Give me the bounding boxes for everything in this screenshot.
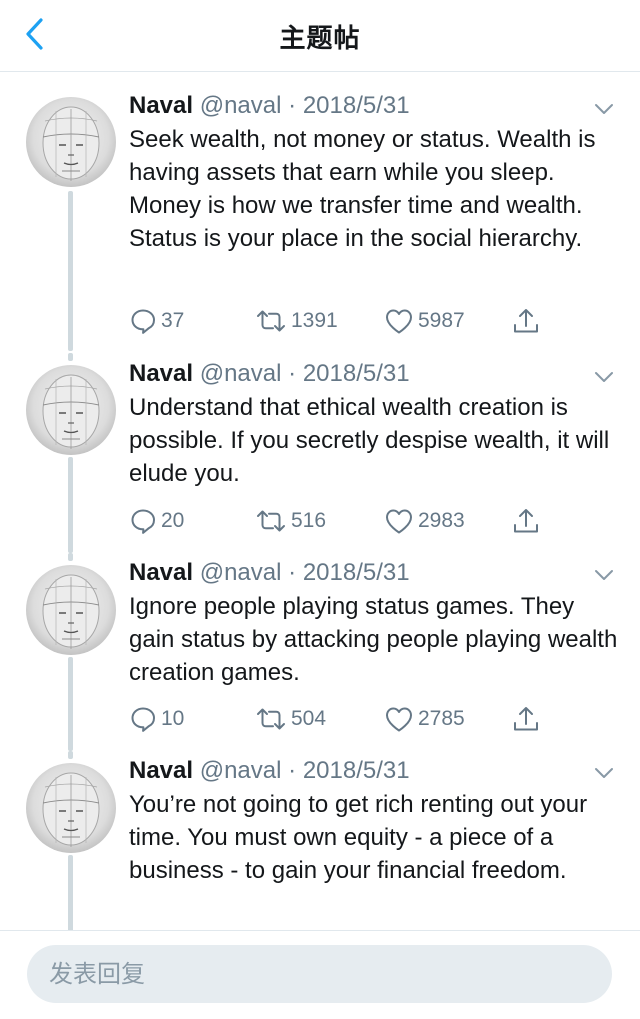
- tweet-header: Naval @naval · 2018/5/31: [129, 359, 410, 389]
- reply-button[interactable]: 37: [129, 303, 184, 339]
- separator-dot: ·: [288, 360, 297, 387]
- author-name[interactable]: Naval: [129, 360, 193, 387]
- tweet-menu-button[interactable]: [592, 101, 616, 117]
- tweet[interactable]: Naval @naval · 2018/5/31 Ignore people p…: [0, 553, 640, 751]
- separator-dot: ·: [288, 559, 297, 586]
- retweet-count: 516: [291, 509, 327, 532]
- heart-icon: [386, 309, 412, 334]
- reply-count: 20: [161, 509, 185, 532]
- tweet-date: 2018/5/31: [302, 92, 410, 119]
- tweet-date: 2018/5/31: [302, 360, 410, 387]
- reply-button[interactable]: 10: [129, 701, 184, 737]
- tweet-actions: 37 1391 5987: [129, 303, 609, 339]
- like-button[interactable]: 5987: [384, 303, 465, 339]
- tweet-menu-button[interactable]: [592, 369, 616, 385]
- thread-line: [68, 191, 73, 351]
- separator-dot: ·: [288, 92, 297, 119]
- retweet-button[interactable]: 516: [255, 503, 326, 539]
- share-icon: [514, 509, 538, 533]
- tweet-actions: 10 504 2785: [129, 701, 609, 737]
- tweet-text: You’re not going to get rich renting out…: [129, 791, 588, 884]
- author-name[interactable]: Naval: [129, 757, 193, 784]
- thread-line: [68, 657, 73, 751]
- author-name[interactable]: Naval: [129, 559, 193, 586]
- thread-line: [68, 855, 73, 930]
- author-handle[interactable]: @naval: [200, 559, 282, 586]
- share-button[interactable]: [511, 503, 541, 539]
- avatar[interactable]: [26, 763, 116, 853]
- tweet-header: Naval @naval · 2018/5/31: [129, 558, 410, 588]
- author-handle[interactable]: @naval: [200, 92, 282, 119]
- author-name[interactable]: Naval: [129, 92, 193, 119]
- reply-bar: [0, 930, 640, 1019]
- retweet-count: 1391: [291, 309, 338, 332]
- tweet[interactable]: Naval @naval · 2018/5/31 Seek wealth, no…: [0, 73, 640, 353]
- author-handle[interactable]: @naval: [200, 757, 282, 784]
- tweet[interactable]: Naval @naval · 2018/5/31 Understand that…: [0, 353, 640, 553]
- chevron-down-icon: [595, 570, 613, 580]
- like-count: 2785: [418, 707, 465, 730]
- like-count: 5987: [418, 309, 465, 332]
- heart-icon: [386, 707, 412, 732]
- comment-icon: [131, 509, 155, 534]
- page-title: 主题帖: [279, 24, 361, 54]
- tweet-text: Ignore people playing status games. They…: [129, 593, 618, 686]
- retweet-icon: [257, 310, 285, 332]
- share-icon: [514, 707, 538, 731]
- thread-line: [68, 457, 73, 553]
- separator-dot: ·: [288, 757, 297, 784]
- thread-line: [68, 553, 73, 561]
- retweet-button[interactable]: 504: [255, 701, 326, 737]
- thread-line: [68, 751, 73, 759]
- reply-input[interactable]: [27, 945, 612, 1003]
- retweet-icon: [257, 510, 285, 532]
- tweet-header: Naval @naval · 2018/5/31: [129, 91, 410, 121]
- tweet-actions: 20 516 2983: [129, 503, 609, 539]
- avatar[interactable]: [26, 97, 116, 187]
- avatar[interactable]: [26, 365, 116, 455]
- tweet-text: Seek wealth, not money or status. Wealth…: [129, 126, 596, 252]
- chevron-down-icon: [595, 768, 613, 778]
- reply-button[interactable]: 20: [129, 503, 184, 539]
- avatar[interactable]: [26, 565, 116, 655]
- like-count: 2983: [418, 509, 465, 532]
- like-button[interactable]: 2983: [384, 503, 465, 539]
- tweet[interactable]: Naval @naval · 2018/5/31 You’re not goin…: [0, 751, 640, 930]
- comment-icon: [131, 707, 155, 732]
- share-button[interactable]: [511, 701, 541, 737]
- tweet-text: Understand that ethical wealth creation …: [129, 394, 610, 487]
- heart-icon: [386, 509, 412, 534]
- share-button[interactable]: [511, 303, 541, 339]
- nav-bar: 主题帖: [0, 0, 640, 72]
- thread-list[interactable]: Naval @naval · 2018/5/31 Seek wealth, no…: [0, 73, 640, 930]
- tweet-menu-button[interactable]: [592, 765, 616, 781]
- tweet-date: 2018/5/31: [302, 559, 410, 586]
- tweet-header: Naval @naval · 2018/5/31: [129, 756, 410, 786]
- reply-count: 37: [161, 309, 185, 332]
- like-button[interactable]: 2785: [384, 701, 465, 737]
- share-icon: [514, 309, 538, 333]
- reply-count: 10: [161, 707, 185, 730]
- tweet-menu-button[interactable]: [592, 567, 616, 583]
- tweet-date: 2018/5/31: [302, 757, 410, 784]
- retweet-count: 504: [291, 707, 327, 730]
- thread-line: [68, 353, 73, 361]
- author-handle[interactable]: @naval: [200, 360, 282, 387]
- chevron-down-icon: [595, 104, 613, 114]
- chevron-down-icon: [595, 372, 613, 382]
- comment-icon: [131, 309, 155, 334]
- retweet-icon: [257, 708, 285, 730]
- retweet-button[interactable]: 1391: [255, 303, 338, 339]
